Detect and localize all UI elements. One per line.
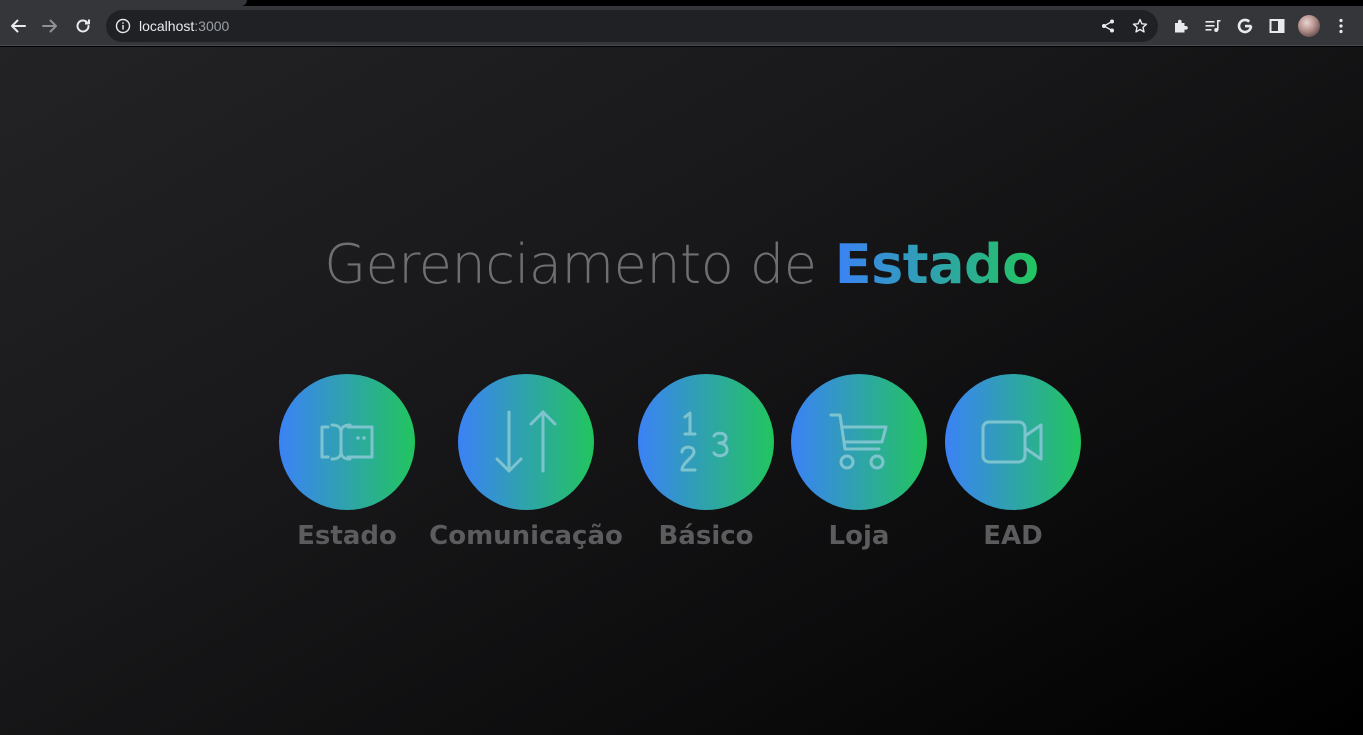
extensions-button[interactable] bbox=[1171, 16, 1191, 36]
card-label: Estado bbox=[297, 521, 397, 551]
site-info-icon[interactable] bbox=[115, 18, 131, 34]
forward-arrow-icon bbox=[42, 19, 57, 33]
browser-menu-button[interactable] bbox=[1331, 16, 1351, 36]
page-content: Gerenciamento de Estado Estado Comunicaç… bbox=[0, 47, 1363, 735]
nav-card-estado[interactable]: Estado bbox=[247, 374, 447, 554]
back-arrow-icon bbox=[11, 19, 26, 33]
queue-music-icon bbox=[1205, 20, 1221, 32]
card-label: EAD bbox=[983, 521, 1043, 551]
video-camera-icon bbox=[981, 420, 1043, 464]
title-highlight: Estado bbox=[834, 233, 1040, 296]
forward-button[interactable] bbox=[34, 10, 66, 42]
icon-circle[interactable] bbox=[791, 374, 927, 510]
address-bar[interactable]: localhost:3000 bbox=[106, 10, 1158, 42]
url-text[interactable]: localhost:3000 bbox=[139, 18, 229, 34]
google-extension-button[interactable] bbox=[1235, 16, 1255, 36]
page-title: Gerenciamento de Estado bbox=[0, 229, 1363, 301]
share-icon[interactable] bbox=[1100, 18, 1116, 34]
media-controls-button[interactable] bbox=[1203, 16, 1223, 36]
icon-circle[interactable] bbox=[945, 374, 1081, 510]
card-label: Comunicação bbox=[429, 521, 623, 551]
icon-circle[interactable] bbox=[638, 374, 774, 510]
nav-card-comunicacao[interactable]: Comunicação bbox=[426, 374, 626, 554]
arrows-up-down-icon bbox=[495, 410, 557, 473]
shopping-cart-icon bbox=[829, 413, 888, 470]
nav-card-ead[interactable]: EAD bbox=[913, 374, 1113, 554]
icon-circle[interactable] bbox=[279, 374, 415, 510]
back-button[interactable] bbox=[2, 10, 34, 42]
side-panel-button[interactable] bbox=[1267, 16, 1287, 36]
profile-avatar[interactable] bbox=[1298, 15, 1320, 37]
more-vertical-icon bbox=[1339, 18, 1343, 34]
url-port: :3000 bbox=[194, 18, 230, 34]
url-host: localhost bbox=[139, 18, 195, 34]
icon-circle[interactable] bbox=[458, 374, 594, 510]
numbers-123-icon bbox=[680, 411, 729, 472]
brackets-box-icon bbox=[320, 423, 374, 461]
google-g-icon bbox=[1237, 18, 1253, 34]
title-prefix: Gerenciamento de bbox=[324, 233, 817, 296]
reload-icon bbox=[76, 19, 90, 33]
side-panel-icon bbox=[1269, 19, 1285, 33]
reload-button[interactable] bbox=[67, 10, 99, 42]
puzzle-piece-icon bbox=[1175, 19, 1188, 33]
bookmark-star-icon[interactable] bbox=[1132, 18, 1148, 34]
browser-toolbar: localhost:3000 bbox=[0, 6, 1363, 46]
